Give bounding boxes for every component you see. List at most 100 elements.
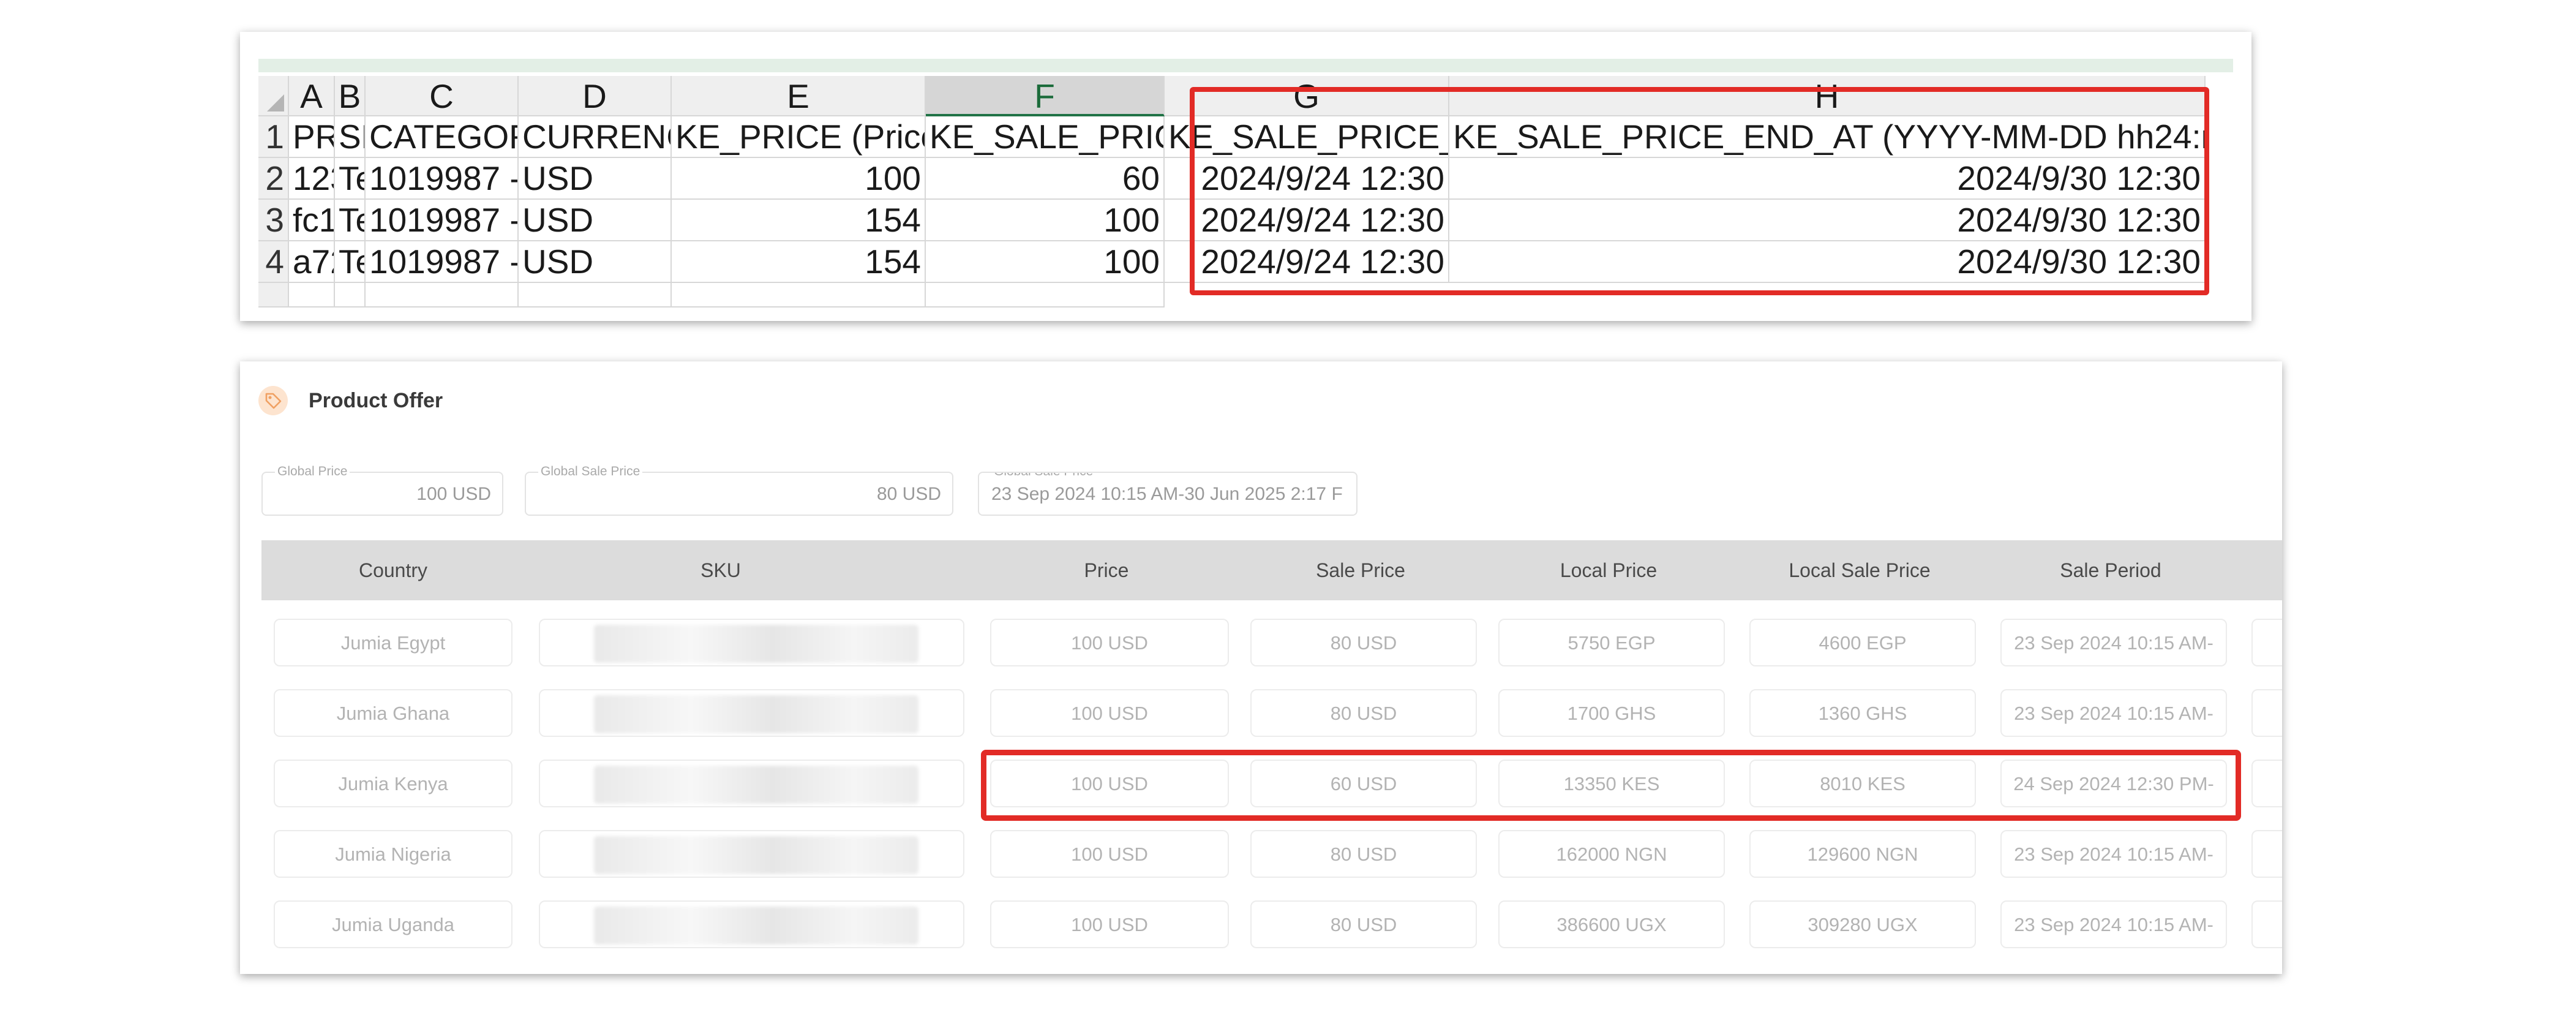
column-header-e[interactable]: E [672, 76, 926, 116]
product-offer-panel: Product Offer Global Price 100 USD Globa… [240, 361, 2282, 974]
row-header-5[interactable] [258, 283, 289, 308]
empty-cell[interactable] [335, 283, 366, 308]
action-cell[interactable] [2251, 900, 2282, 948]
redacted-sku [594, 625, 918, 663]
cell-f4[interactable]: 100 [926, 241, 1165, 283]
column-header-f[interactable]: F [926, 76, 1165, 116]
column-header-a[interactable]: A [289, 76, 335, 116]
price-input[interactable]: 100 USD [990, 619, 1229, 666]
row-header-2[interactable]: 2 [258, 158, 289, 200]
sku-cell[interactable] [539, 760, 964, 807]
empty-cell[interactable] [519, 283, 672, 308]
sale-price-input[interactable]: 80 USD [1250, 619, 1477, 666]
cell-b4[interactable]: Tes [335, 241, 366, 283]
cell-f3[interactable]: 100 [926, 200, 1165, 241]
cell-b1[interactable]: SEL [335, 116, 366, 158]
cell-d3[interactable]: USD [519, 200, 672, 241]
cell-f1[interactable]: KE_SALE_PRICE ( [926, 116, 1165, 158]
cell-a1[interactable]: PRC [289, 116, 335, 158]
sale-period-input[interactable]: 23 Sep 2024 10:15 AM- [2000, 619, 2227, 666]
redacted-sku [594, 907, 918, 945]
table-header: Country SKU Price Sale Price Local Price… [261, 540, 2282, 600]
field-value: 23 Sep 2024 10:15 AM-30 Jun 2025 2:17 F [991, 484, 1343, 504]
cell-f2[interactable]: 60 [926, 158, 1165, 200]
price-input[interactable]: 100 USD [990, 689, 1229, 737]
sku-cell[interactable] [539, 619, 964, 666]
field-label: Global Sale Price [991, 473, 1096, 479]
sale-period-input[interactable]: 23 Sep 2024 10:15 AM- [2000, 689, 2227, 737]
global-sale-period-field[interactable]: Global Sale Price 23 Sep 2024 10:15 AM-3… [978, 472, 1357, 516]
redacted-sku [594, 836, 918, 874]
sku-cell[interactable] [539, 689, 964, 737]
column-header-b[interactable]: B [335, 76, 366, 116]
action-cell[interactable] [2251, 619, 2282, 666]
empty-cell[interactable] [926, 283, 1165, 308]
cell-a2[interactable]: 123 [289, 158, 335, 200]
cell-d1[interactable]: CURRENCY [519, 116, 672, 158]
column-local-price: Local Price [1560, 559, 1658, 581]
row-header-3[interactable]: 3 [258, 200, 289, 241]
table-row: Jumia Egypt 100 USD 80 USD 5750 EGP 4600… [240, 619, 2282, 671]
local-sale-price-cell: 129600 NGN [1749, 830, 1976, 878]
cell-c1[interactable]: CATEGORY [366, 116, 519, 158]
cell-e2[interactable]: 100 [672, 158, 926, 200]
field-value: 80 USD [876, 484, 941, 504]
field-value: 100 USD [416, 484, 491, 504]
local-sale-price-cell: 1360 GHS [1749, 689, 1976, 737]
sale-price-input[interactable]: 80 USD [1250, 689, 1477, 737]
cell-b2[interactable]: Tes [335, 158, 366, 200]
global-sale-price-field[interactable]: Global Sale Price 80 USD [525, 464, 953, 516]
select-all-corner[interactable] [258, 76, 289, 116]
panel-title: Product Offer [309, 389, 443, 412]
sku-cell[interactable] [539, 900, 964, 948]
sale-price-input[interactable]: 80 USD [1250, 900, 1477, 948]
spreadsheet-annotation-box [1190, 87, 2209, 295]
cell-a3[interactable]: fc12 [289, 200, 335, 241]
row-header-4[interactable]: 4 [258, 241, 289, 283]
table-row: Jumia Nigeria 100 USD 80 USD 162000 NGN … [240, 830, 2282, 883]
cell-a4[interactable]: a72 [289, 241, 335, 283]
cell-d4[interactable]: USD [519, 241, 672, 283]
column-sku: SKU [700, 559, 741, 581]
local-sale-price-cell: 309280 UGX [1749, 900, 1976, 948]
column-price: Price [1084, 559, 1129, 581]
field-label: Global Price [275, 464, 350, 479]
country-cell: Jumia Kenya [274, 760, 513, 807]
country-cell: Jumia Egypt [274, 619, 513, 666]
price-input[interactable]: 100 USD [990, 900, 1229, 948]
cell-e1[interactable]: KE_PRICE (Price in [672, 116, 926, 158]
column-country: Country [358, 559, 428, 581]
cell-c3[interactable]: 1019987 - [366, 200, 519, 241]
country-cell: Jumia Ghana [274, 689, 513, 737]
price-input[interactable]: 100 USD [990, 830, 1229, 878]
price-tag-icon [258, 386, 288, 415]
sale-price-input[interactable]: 80 USD [1250, 830, 1477, 878]
row-header-1[interactable]: 1 [258, 116, 289, 158]
table-row: Jumia Uganda 100 USD 80 USD 386600 UGX 3… [240, 900, 2282, 953]
empty-cell[interactable] [672, 283, 926, 308]
sale-period-input[interactable]: 23 Sep 2024 10:15 AM- [2000, 830, 2227, 878]
empty-cell[interactable] [366, 283, 519, 308]
country-cell: Jumia Nigeria [274, 830, 513, 878]
sale-period-input[interactable]: 23 Sep 2024 10:15 AM- [2000, 900, 2227, 948]
cell-d2[interactable]: USD [519, 158, 672, 200]
kenya-row-annotation-box [981, 750, 2241, 821]
local-price-cell: 5750 EGP [1498, 619, 1725, 666]
action-cell[interactable] [2251, 830, 2282, 878]
cell-b3[interactable]: Tes [335, 200, 366, 241]
cell-c4[interactable]: 1019987 - [366, 241, 519, 283]
column-header-c[interactable]: C [366, 76, 519, 116]
action-cell[interactable] [2251, 689, 2282, 737]
cell-e4[interactable]: 154 [672, 241, 926, 283]
column-sale-price: Sale Price [1316, 559, 1405, 581]
action-cell[interactable] [2251, 760, 2282, 807]
cell-c2[interactable]: 1019987 - [366, 158, 519, 200]
ribbon-edge [258, 59, 2233, 72]
column-sale-period: Sale Period [2060, 559, 2161, 581]
country-cell: Jumia Uganda [274, 900, 513, 948]
sku-cell[interactable] [539, 830, 964, 878]
cell-e3[interactable]: 154 [672, 200, 926, 241]
empty-cell[interactable] [289, 283, 335, 308]
global-price-field[interactable]: Global Price 100 USD [261, 464, 503, 516]
column-header-d[interactable]: D [519, 76, 672, 116]
